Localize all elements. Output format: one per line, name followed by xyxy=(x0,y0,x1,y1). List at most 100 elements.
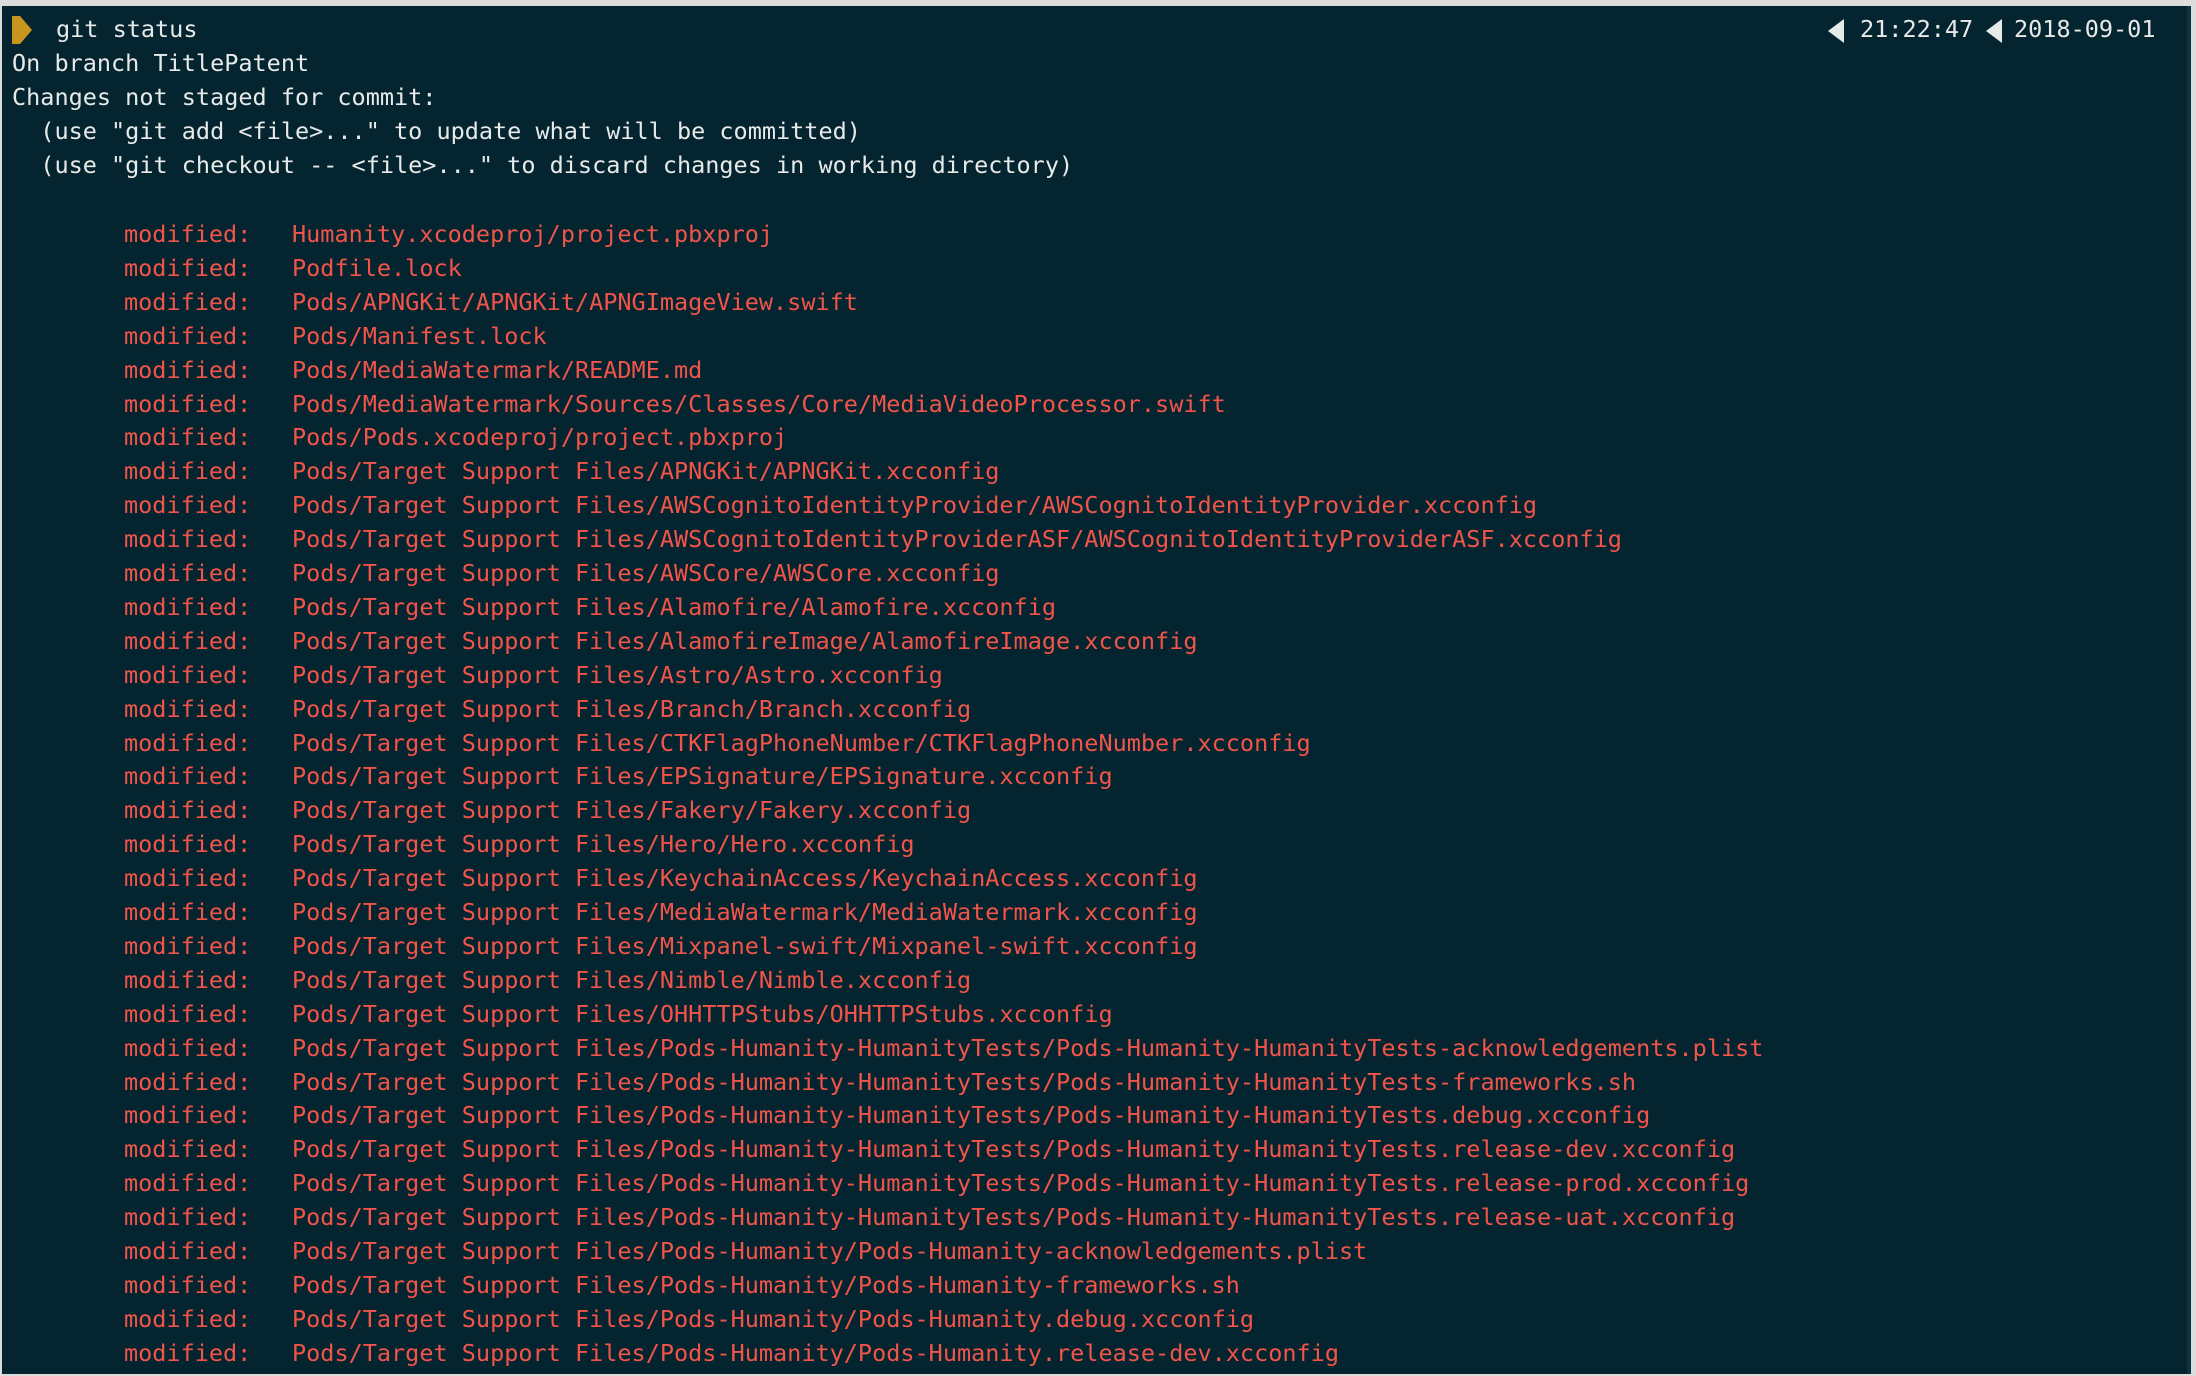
file-path: Pods/Target Support Files/MediaWatermark… xyxy=(292,898,1198,926)
file-path: Pods/Target Support Files/Pods-Humanity-… xyxy=(292,1067,1637,1096)
file-path: Pods/Target Support Files/Pods-Humanity-… xyxy=(292,1135,1736,1164)
modified-label: modified: xyxy=(124,491,252,520)
modified-label: modified: xyxy=(124,1135,252,1164)
modified-label: modified: xyxy=(124,1338,252,1367)
modified-label: modified: xyxy=(124,287,252,316)
list-item: modified: Pods/Target Support Files/Hero/… xyxy=(2,827,2182,861)
modified-label: modified: xyxy=(124,423,252,452)
list-item: modified: Pods/Target Support Files/Pods-… xyxy=(2,1098,2182,1132)
modified-label: modified: xyxy=(124,1203,252,1232)
file-path: Pods/MediaWatermark/README.md xyxy=(292,355,703,384)
list-item: modified: Pods/MediaWatermark/Sources/Cla… xyxy=(2,387,2182,421)
modified-label: modified: xyxy=(124,1067,252,1096)
prompt-line: git status 21:22:47 2018-09-01 xyxy=(2,12,2191,46)
list-item: modified: Pods/Target Support Files/Pods-… xyxy=(2,1132,2182,1166)
file-path: Pods/Target Support Files/AWSCognitoIden… xyxy=(292,525,1622,554)
file-path: Pods/Target Support Files/Nimble/Nimble.… xyxy=(292,965,972,994)
hint-add: (use "git add <file>..." to update what … xyxy=(12,117,861,145)
modified-label: modified: xyxy=(124,1169,252,1198)
list-item: modified: Pods/Target Support Files/AWSCo… xyxy=(2,488,2182,522)
file-path: Pods/Target Support Files/AWSCore/AWSCor… xyxy=(292,559,1000,587)
list-item: modified: Pods/Target Support Files/Pods-… xyxy=(2,1200,2182,1234)
list-item: modified: Pods/Target Support Files/Nimbl… xyxy=(2,963,2182,997)
scrollbar[interactable] xyxy=(2187,6,2191,1374)
date-segment-arrow-icon xyxy=(1986,19,2002,43)
list-item: modified: Pods/Target Support Files/Pods-… xyxy=(2,1031,2182,1065)
modified-label: modified: xyxy=(124,1101,252,1130)
modified-label: modified: xyxy=(124,864,252,893)
list-item: modified: Humanity.xcodeproj/project.pbxp… xyxy=(2,217,2182,251)
file-path: Pods/MediaWatermark/Sources/Classes/Core… xyxy=(292,389,1226,418)
list-item: modified: Pods/Target Support Files/Pods-… xyxy=(2,1234,2182,1268)
list-item: modified: Pods/Target Support Files/Faker… xyxy=(2,793,2182,827)
file-path: Pods/Target Support Files/EPSignature/EP… xyxy=(292,762,1113,791)
modified-label: modified: xyxy=(124,762,252,791)
prompt-time: 21:22:47 xyxy=(1860,15,1974,43)
modified-label: modified: xyxy=(124,694,252,723)
file-path: Pods/Target Support Files/Pods-Humanity-… xyxy=(292,1169,1750,1198)
file-path: Pods/Manifest.lock xyxy=(292,321,547,350)
modified-label: modified: xyxy=(124,1304,252,1333)
list-item: modified: Pods/Target Support Files/Branc… xyxy=(2,692,2182,726)
modified-label: modified: xyxy=(124,355,252,384)
terminal-window[interactable]: git status 21:22:47 2018-09-01 On branch… xyxy=(2,6,2191,1374)
modified-label: modified: xyxy=(124,660,252,689)
file-path: Pods/Target Support Files/Mixpanel-swift… xyxy=(292,931,1198,960)
command-text: git status xyxy=(56,15,198,43)
file-path: Pods/Target Support Files/CTKFlagPhoneNu… xyxy=(292,728,1311,757)
modified-label: modified: xyxy=(124,796,252,825)
file-path: Pods/Target Support Files/APNGKit/APNGKi… xyxy=(292,457,1000,486)
list-item: modified: Pods/Pods.xcodeproj/project.pbx… xyxy=(2,420,2182,454)
file-path: Pods/Target Support Files/Pods-Humanity-… xyxy=(292,1203,1736,1232)
list-item: modified: Pods/Target Support Files/OHHTT… xyxy=(2,997,2182,1031)
modified-label: modified: xyxy=(124,1237,252,1265)
hint-checkout: (use "git checkout -- <file>..." to disc… xyxy=(12,151,1074,179)
list-item: modified: Pods/Target Support Files/EPSig… xyxy=(2,759,2182,793)
file-path: Pods/Target Support Files/Fakery/Fakery.… xyxy=(292,796,972,825)
modified-label: modified: xyxy=(124,457,252,486)
file-path: Pods/Target Support Files/Pods-Humanity-… xyxy=(292,1101,1651,1130)
file-path: Podfile.lock xyxy=(292,253,462,282)
modified-label: modified: xyxy=(124,253,252,282)
modified-label: modified: xyxy=(124,220,252,248)
modified-label: modified: xyxy=(124,999,252,1028)
file-path: Pods/Target Support Files/Alamofire/Alam… xyxy=(292,592,1057,621)
list-item: modified: Pods/Target Support Files/Pods-… xyxy=(2,1302,2182,1336)
modified-label: modified: xyxy=(124,559,252,587)
modified-label: modified: xyxy=(124,321,252,350)
list-item: modified: Pods/Target Support Files/Pods-… xyxy=(2,1166,2182,1200)
modified-label: modified: xyxy=(124,626,252,655)
modified-label: modified: xyxy=(124,898,252,926)
list-item: modified: Pods/Target Support Files/Pods-… xyxy=(2,1065,2182,1099)
file-path: Pods/Pods.xcodeproj/project.pbxproj xyxy=(292,423,788,452)
list-item: modified: Pods/Target Support Files/AWSCo… xyxy=(2,522,2182,556)
modified-label: modified: xyxy=(124,389,252,418)
list-item: modified: Pods/Target Support Files/Astro… xyxy=(2,658,2182,692)
modified-label: modified: xyxy=(124,728,252,757)
file-path: Pods/APNGKit/APNGKit/APNGImageView.swift xyxy=(292,287,858,316)
modified-label: modified: xyxy=(124,592,252,621)
file-path: Pods/Target Support Files/OHHTTPStubs/OH… xyxy=(292,999,1113,1028)
modified-label: modified: xyxy=(124,965,252,994)
list-item: modified: Pods/Target Support Files/CTKFl… xyxy=(2,726,2182,760)
modified-label: modified: xyxy=(124,525,252,554)
list-item: modified: Pods/Target Support Files/Keych… xyxy=(2,861,2182,895)
file-path: Pods/Target Support Files/Branch/Branch.… xyxy=(292,694,972,723)
list-item: modified: Pods/Target Support Files/Alamo… xyxy=(2,624,2182,658)
file-path: Pods/Target Support Files/AWSCognitoIden… xyxy=(292,491,1538,520)
list-item: modified: Pods/Target Support Files/Pods-… xyxy=(2,1268,2182,1302)
file-path: Pods/Target Support Files/Pods-Humanity/… xyxy=(292,1237,1368,1265)
modified-label: modified: xyxy=(124,1270,252,1299)
file-path: Pods/Target Support Files/Pods-Humanity/… xyxy=(292,1304,1255,1333)
list-item: modified: Pods/APNGKit/APNGKit/APNGImageV… xyxy=(2,285,2182,319)
file-path: Pods/Target Support Files/Astro/Astro.xc… xyxy=(292,660,943,689)
modified-label: modified: xyxy=(124,1033,252,1062)
list-item: modified: Pods/Target Support Files/Media… xyxy=(2,895,2182,929)
list-item: modified: Pods/Target Support Files/AWSCo… xyxy=(2,556,2182,590)
file-path: Humanity.xcodeproj/project.pbxproj xyxy=(292,220,774,248)
list-item: modified: Pods/Target Support Files/Mixpa… xyxy=(2,929,2182,963)
modified-label: modified: xyxy=(124,830,252,859)
file-path: Pods/Target Support Files/KeychainAccess… xyxy=(292,864,1198,893)
list-item: modified: Pods/Manifest.lock xyxy=(2,319,2182,353)
modified-label: modified: xyxy=(124,931,252,960)
